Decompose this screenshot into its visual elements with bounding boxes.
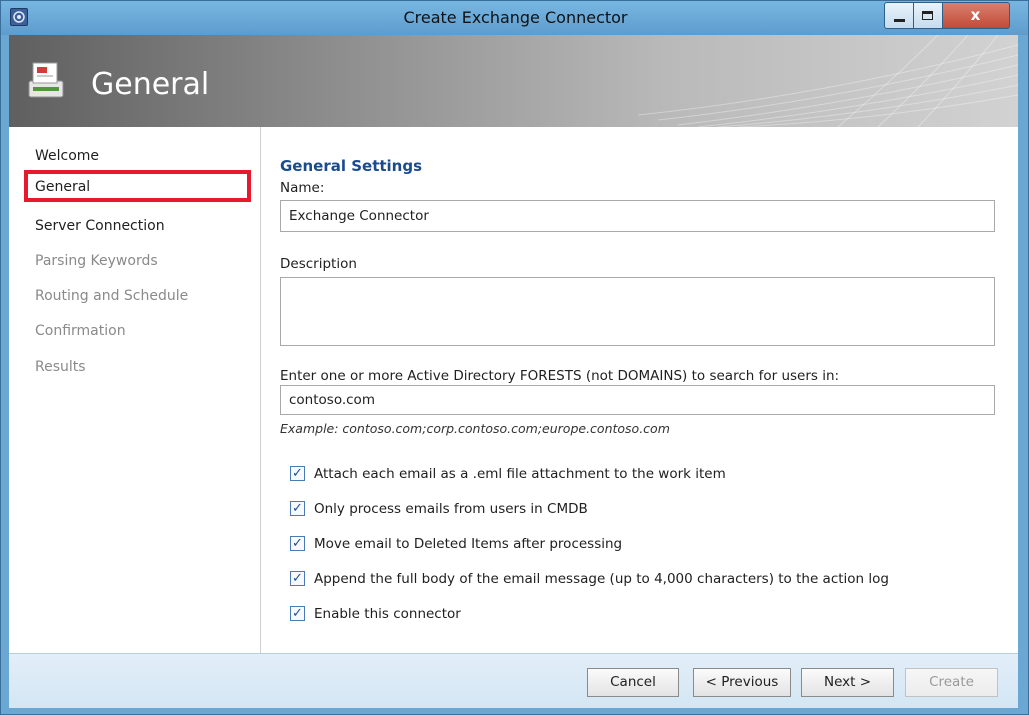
- move-to-deleted-checkbox[interactable]: ✓: [290, 536, 305, 551]
- close-button[interactable]: x: [943, 2, 1010, 29]
- checkmark-icon: ✓: [292, 536, 303, 551]
- move-to-deleted-label[interactable]: Move email to Deleted Items after proces…: [314, 535, 622, 553]
- maximize-button[interactable]: [914, 2, 943, 29]
- nav-item-welcome[interactable]: Welcome: [35, 148, 99, 164]
- general-settings-panel: General Settings Name: Exchange Connecto…: [261, 127, 1018, 653]
- description-label: Description: [280, 256, 357, 272]
- nav-item-results: Results: [35, 359, 86, 375]
- banner-decoration: [638, 35, 1018, 127]
- close-icon: x: [970, 6, 981, 24]
- next-button[interactable]: Next >: [801, 668, 894, 697]
- name-input[interactable]: Exchange Connector: [280, 200, 995, 232]
- wizard-nav: Welcome General Server Connection Parsin…: [9, 127, 261, 653]
- checkmark-icon: ✓: [292, 466, 303, 481]
- forests-label: Enter one or more Active Directory FORES…: [280, 368, 840, 384]
- append-body-label[interactable]: Append the full body of the email messag…: [314, 570, 889, 588]
- checkmark-icon: ✓: [292, 501, 303, 516]
- enable-connector-label[interactable]: Enable this connector: [314, 605, 461, 623]
- cancel-button[interactable]: Cancel: [587, 668, 679, 697]
- name-label: Name:: [280, 180, 325, 196]
- wizard-footer: Cancel < Previous Next > Create: [9, 653, 1018, 708]
- dialog-window: Create Exchange Connector x General Welc…: [0, 0, 1029, 715]
- checkmark-icon: ✓: [292, 606, 303, 621]
- section-title: General Settings: [280, 157, 423, 175]
- minimize-button[interactable]: [884, 2, 914, 29]
- dialog-content: General Welcome General Server Connectio…: [9, 35, 1018, 708]
- append-body-checkbox[interactable]: ✓: [290, 571, 305, 586]
- description-textarea[interactable]: [280, 277, 995, 346]
- only-cmdb-users-checkbox[interactable]: ✓: [290, 501, 305, 516]
- page-title: General: [91, 67, 210, 102]
- nav-item-server-connection[interactable]: Server Connection: [35, 218, 165, 234]
- enable-connector-checkbox[interactable]: ✓: [290, 606, 305, 621]
- attach-eml-checkbox[interactable]: ✓: [290, 466, 305, 481]
- nav-item-general[interactable]: General: [35, 179, 90, 195]
- checkmark-icon: ✓: [292, 571, 303, 586]
- nav-item-routing-and-schedule: Routing and Schedule: [35, 288, 189, 304]
- previous-button[interactable]: < Previous: [693, 668, 791, 697]
- attach-eml-label[interactable]: Attach each email as a .eml file attachm…: [314, 465, 726, 483]
- title-bar[interactable]: Create Exchange Connector x: [1, 1, 1028, 35]
- forests-example-text: Example: contoso.com;corp.contoso.com;eu…: [280, 421, 670, 436]
- page-banner: General: [9, 35, 1018, 127]
- minimize-icon: [894, 19, 905, 22]
- window-title: Create Exchange Connector: [403, 8, 628, 27]
- nav-item-parsing-keywords: Parsing Keywords: [35, 253, 158, 269]
- only-cmdb-users-label[interactable]: Only process emails from users in CMDB: [314, 500, 588, 518]
- create-button: Create: [905, 668, 998, 697]
- exchange-connector-icon: [28, 62, 64, 98]
- maximize-icon: [922, 11, 933, 20]
- nav-item-confirmation: Confirmation: [35, 323, 126, 339]
- forests-input[interactable]: contoso.com: [280, 385, 995, 415]
